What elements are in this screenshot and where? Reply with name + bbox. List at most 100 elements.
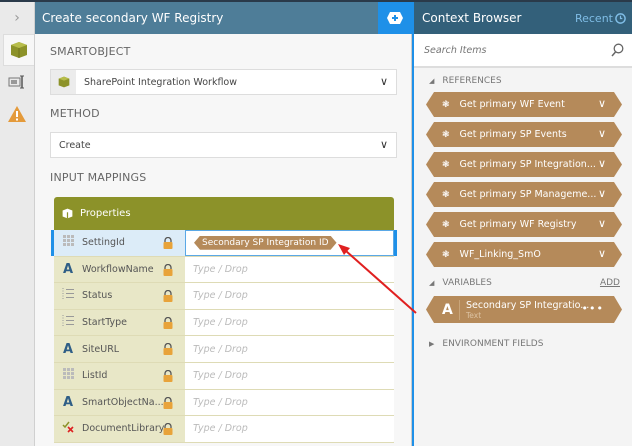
- property-cell: A WorkflowName: [54, 256, 185, 283]
- mapping-input[interactable]: Type / Drop: [185, 283, 394, 309]
- type-drop-placeholder: Type / Drop: [193, 317, 248, 329]
- reference-item[interactable]: ❃ Get primary SP Manageme... ∨: [426, 182, 622, 207]
- property-name: ListId: [82, 370, 108, 382]
- reference-item[interactable]: ❃ WF_Linking_SmO ∨: [426, 242, 622, 267]
- environment-fields-section[interactable]: ▶ ENVIRONMENT FIELDS: [414, 333, 632, 355]
- variable-item[interactable]: A Secondary SP Integratio... Text •••: [426, 296, 622, 323]
- panel-header: Create secondary WF Registry: [35, 2, 378, 34]
- input-mappings-label: INPUT MAPPINGS: [50, 171, 147, 184]
- yes-no-icon: [61, 421, 74, 433]
- plus-icon: [387, 12, 403, 24]
- method-select[interactable]: Create ∨: [50, 132, 397, 158]
- lock-icon[interactable]: [163, 290, 173, 303]
- property-cell: DocumentLibrary: [54, 416, 185, 442]
- search-input[interactable]: [424, 44, 594, 56]
- chevron-down-icon: ∨: [379, 138, 388, 151]
- mapping-input[interactable]: Type / Drop: [185, 336, 394, 362]
- reference-item[interactable]: ❃ Get primary SP Events ∨: [426, 122, 622, 147]
- lock-icon[interactable]: [163, 316, 173, 329]
- list-icon: [62, 288, 74, 300]
- lock-icon[interactable]: [163, 263, 173, 276]
- chevron-down-icon[interactable]: ∨: [598, 97, 606, 110]
- lock-icon[interactable]: [163, 369, 173, 382]
- page-title: Create secondary WF Registry: [42, 11, 224, 25]
- mapping-input[interactable]: Secondary SP Integration ID: [185, 230, 394, 256]
- reference-label: WF_Linking_SmO: [459, 249, 541, 260]
- text-icon: A: [62, 261, 74, 277]
- method-value: Create: [59, 139, 91, 151]
- references-label: REFERENCES: [442, 76, 502, 86]
- smartobject-label: SMARTOBJECT: [50, 45, 131, 58]
- clock-icon: [615, 12, 626, 24]
- mapping-row: A WorkflowName Type / Drop: [54, 256, 394, 284]
- cube-icon: [11, 42, 27, 58]
- variables-section[interactable]: ◢ VARIABLES ADD: [414, 272, 632, 294]
- add-variable-link[interactable]: ADD: [600, 278, 620, 288]
- property-name: SettingId: [82, 237, 125, 249]
- tab-properties[interactable]: [0, 66, 34, 98]
- search-icon[interactable]: [611, 43, 624, 57]
- type-drop-placeholder: Type / Drop: [193, 396, 248, 408]
- mapping-input[interactable]: Type / Drop: [185, 310, 394, 336]
- reference-item[interactable]: ❃ Get primary WF Event ∨: [426, 92, 622, 117]
- mapping-row: A SiteURL Type / Drop: [54, 336, 394, 363]
- add-button[interactable]: [378, 2, 412, 34]
- text-icon: A: [62, 394, 74, 410]
- recent-button[interactable]: Recent: [575, 12, 626, 25]
- mapping-row: DocumentLibrary Type / Drop: [54, 416, 394, 443]
- lock-icon[interactable]: [163, 423, 173, 436]
- chevron-down-icon[interactable]: ∨: [598, 187, 606, 200]
- chevron-down-icon[interactable]: ∨: [598, 157, 606, 170]
- property-cell: SettingId: [54, 230, 185, 256]
- reference-chip[interactable]: Secondary SP Integration ID: [194, 236, 337, 250]
- main-panel: SMARTOBJECT SharePoint Integration Workf…: [35, 34, 412, 446]
- smartobject-value: SharePoint Integration Workflow: [84, 76, 238, 88]
- mapping-row: SettingId Secondary SP Integration ID: [51, 230, 397, 257]
- reference-item[interactable]: ❃ Get primary SP Integration... ∨: [426, 152, 622, 177]
- expand-chevron-icon[interactable]: ›: [0, 2, 34, 34]
- smartobject-reference-icon: ❃: [442, 249, 450, 260]
- property-cell: Status: [54, 283, 185, 309]
- mapping-input[interactable]: Type / Drop: [185, 416, 394, 442]
- chevron-down-icon[interactable]: ∨: [598, 217, 606, 230]
- tab-warnings[interactable]: [0, 98, 34, 130]
- mapping-input[interactable]: Type / Drop: [185, 257, 394, 283]
- smartobject-reference-icon: ❃: [442, 99, 450, 110]
- reference-label: Get primary WF Registry: [459, 219, 577, 230]
- warning-icon: [8, 106, 26, 122]
- references-section[interactable]: ◢ REFERENCES: [414, 70, 632, 92]
- mapping-input[interactable]: Type / Drop: [185, 363, 394, 389]
- chevron-down-icon[interactable]: ∨: [598, 127, 606, 140]
- lock-icon[interactable]: [163, 396, 173, 409]
- cube-icon: [62, 208, 73, 219]
- cube-icon: [58, 76, 69, 88]
- mapping-row: A SmartObjectNa... Type / Drop: [54, 389, 394, 417]
- context-browser-title: Context Browser: [422, 11, 522, 25]
- lock-icon[interactable]: [163, 237, 173, 249]
- tab-smartobject[interactable]: [3, 34, 34, 66]
- environment-fields-label: ENVIRONMENT FIELDS: [442, 339, 544, 349]
- smartobject-reference-icon: ❃: [442, 129, 450, 140]
- type-drop-placeholder: Type / Drop: [193, 423, 248, 435]
- smartobject-select[interactable]: SharePoint Integration Workflow ∨: [50, 69, 397, 95]
- chevron-down-icon[interactable]: ∨: [598, 247, 606, 260]
- type-drop-placeholder: Type / Drop: [193, 343, 248, 355]
- property-name: WorkflowName: [82, 263, 154, 275]
- lock-icon[interactable]: [163, 343, 173, 356]
- text-type-icon: A: [442, 300, 460, 320]
- guid-icon: [62, 368, 74, 380]
- reference-label: Get primary WF Event: [459, 99, 565, 110]
- property-name: Status: [82, 290, 113, 302]
- mapping-row: StartType Type / Drop: [54, 309, 394, 337]
- text-field-icon: [8, 75, 24, 89]
- mapping-input[interactable]: Type / Drop: [185, 390, 394, 416]
- expand-triangle-icon: ▶: [429, 340, 435, 348]
- collapse-triangle-icon: ◢: [429, 279, 435, 287]
- context-browser-header: Context Browser Recent: [414, 2, 632, 34]
- variable-name: Secondary SP Integratio...: [466, 299, 590, 311]
- smartobject-reference-icon: ❃: [442, 159, 450, 170]
- reference-label: Get primary SP Events: [459, 129, 567, 140]
- more-icon[interactable]: •••: [582, 302, 604, 315]
- search-bar: [414, 34, 632, 68]
- reference-item[interactable]: ❃ Get primary WF Registry ∨: [426, 212, 622, 237]
